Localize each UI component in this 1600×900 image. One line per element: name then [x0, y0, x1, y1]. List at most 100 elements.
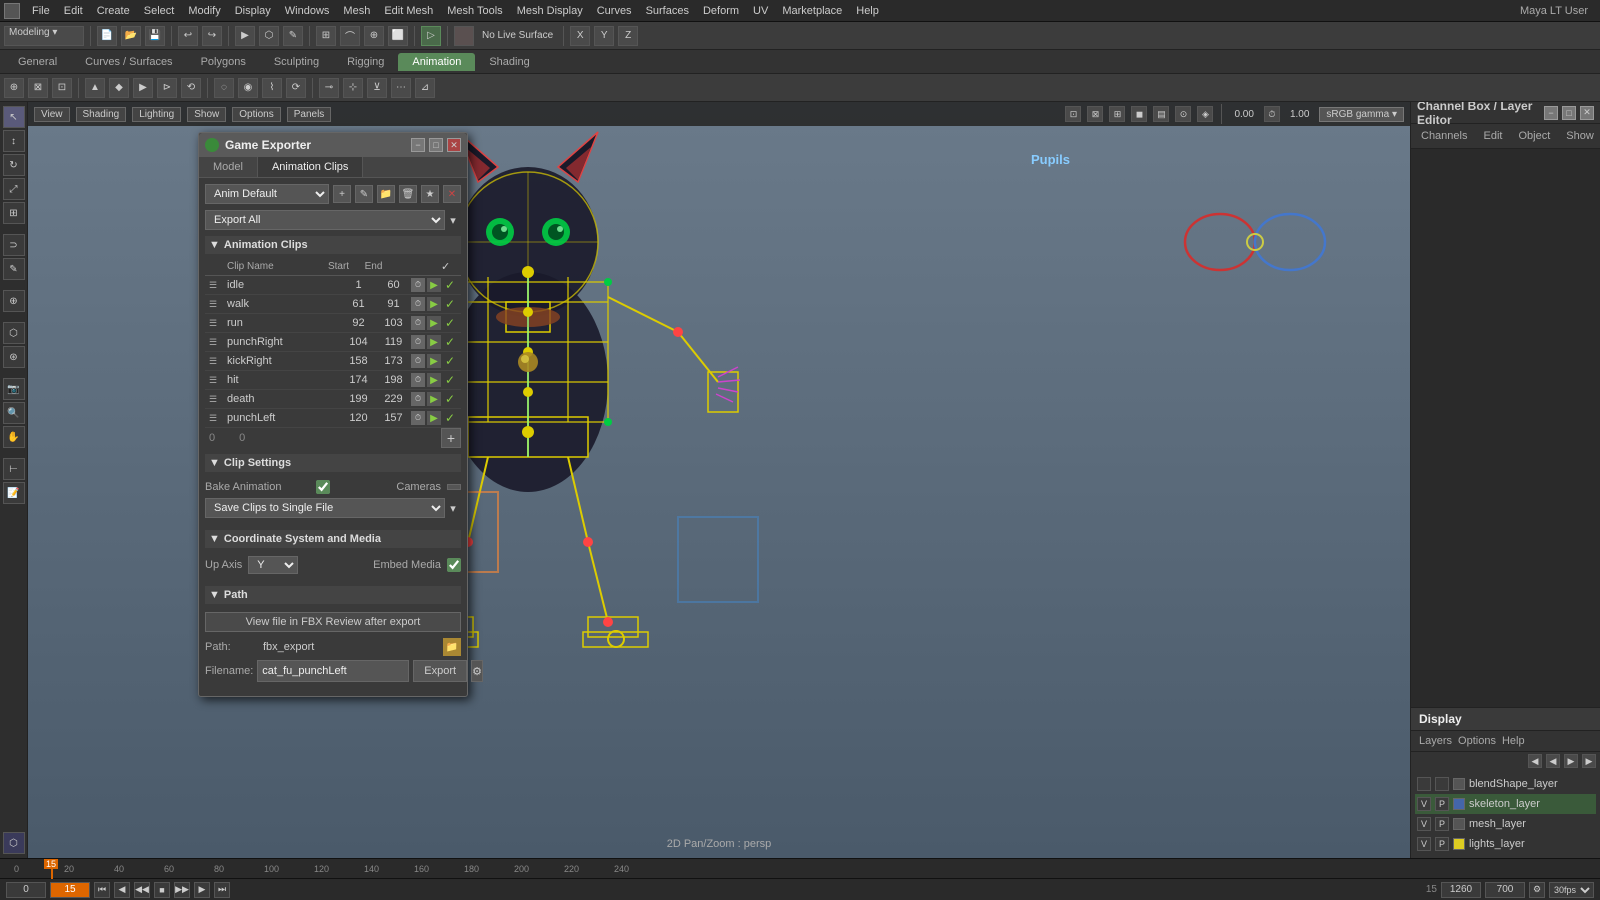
layer-scroll-up[interactable]: ◀: [1528, 754, 1542, 768]
menu-edit-mesh[interactable]: Edit Mesh: [378, 3, 439, 19]
menu-uv[interactable]: UV: [747, 3, 774, 19]
open-scene-btn[interactable]: 📂: [121, 26, 141, 46]
clip-play-walk[interactable]: ▶: [427, 297, 441, 311]
snap-surface-btn[interactable]: ⬜: [388, 26, 408, 46]
clip-row-walk[interactable]: ☰ walk 61 91 ⏱ ▶ ✓: [205, 295, 461, 314]
camera-tool[interactable]: 📷: [3, 378, 25, 400]
right-start-input[interactable]: [1441, 882, 1481, 898]
layer-p-blendshape[interactable]: [1435, 777, 1449, 791]
select-tool[interactable]: ↖: [3, 106, 25, 128]
clip-play-death[interactable]: ▶: [427, 392, 441, 406]
ge-reset-anim-btn[interactable]: ✕: [443, 185, 461, 203]
key-tool2[interactable]: ◆: [109, 78, 129, 98]
vp-icon5[interactable]: ▤: [1153, 106, 1169, 122]
minimize-btn[interactable]: −: [411, 138, 425, 152]
constraint4[interactable]: ⋯: [391, 78, 411, 98]
display-tab-layers[interactable]: Layers: [1419, 735, 1452, 747]
timeline-settings-btn[interactable]: ⚙: [1529, 882, 1545, 898]
ge-edit-anim-btn[interactable]: ✎: [355, 185, 373, 203]
layer-scroll-left[interactable]: ◀: [1546, 754, 1560, 768]
menu-curves[interactable]: Curves: [591, 3, 638, 19]
tab-sculpting[interactable]: Sculpting: [260, 53, 333, 71]
paint-select-l[interactable]: ⊛: [3, 346, 25, 368]
menu-mesh-display[interactable]: Mesh Display: [511, 3, 589, 19]
menu-windows[interactable]: Windows: [279, 3, 336, 19]
clip-anim-punchLeft[interactable]: ⏱: [411, 411, 425, 425]
ghost-tool1[interactable]: ◌: [214, 78, 234, 98]
right-end-input[interactable]: [1485, 882, 1525, 898]
vp-icon4[interactable]: ◼: [1131, 106, 1147, 122]
step-fwd-btn[interactable]: ▶: [194, 882, 210, 898]
rph-close[interactable]: ✕: [1580, 106, 1594, 120]
clip-row-death[interactable]: ☰ death 199 229 ⏱ ▶ ✓: [205, 390, 461, 409]
key-tool5[interactable]: ⟲: [181, 78, 201, 98]
zoom-tool[interactable]: 🔍: [3, 402, 25, 424]
scale-tool[interactable]: ⤢: [3, 178, 25, 200]
menu-mesh[interactable]: Mesh: [337, 3, 376, 19]
maximize-btn[interactable]: □: [429, 138, 443, 152]
layer-scroll-right[interactable]: ▶: [1564, 754, 1578, 768]
display-tab-options[interactable]: Options: [1458, 735, 1496, 747]
workspace-dropdown[interactable]: Modeling ▾: [4, 26, 84, 46]
step-back-btn[interactable]: ◀: [114, 882, 130, 898]
clip-anim-idle[interactable]: ⏱: [411, 278, 425, 292]
pan-tool[interactable]: ✋: [3, 426, 25, 448]
rph-maximize[interactable]: □: [1562, 106, 1576, 120]
render-btn[interactable]: ▷: [421, 26, 441, 46]
path-folder-btn[interactable]: 📁: [443, 638, 461, 656]
layer-p-skeleton[interactable]: P: [1435, 797, 1449, 811]
tab-polygons[interactable]: Polygons: [187, 53, 260, 71]
clip-play-punchRight[interactable]: ▶: [427, 335, 441, 349]
key-tool4[interactable]: ⊳: [157, 78, 177, 98]
clip-play-kickRight[interactable]: ▶: [427, 354, 441, 368]
ge-coord-header[interactable]: ▼ Coordinate System and Media: [205, 530, 461, 548]
up-axis-dropdown[interactable]: Y: [248, 556, 298, 574]
channel-tab-object[interactable]: Object: [1512, 128, 1556, 144]
new-scene-btn[interactable]: 📄: [97, 26, 117, 46]
clip-anim-walk[interactable]: ⏱: [411, 297, 425, 311]
menu-marketplace[interactable]: Marketplace: [776, 3, 848, 19]
clip-play-run[interactable]: ▶: [427, 316, 441, 330]
ge-clip-settings-header[interactable]: ▼ Clip Settings: [205, 454, 461, 472]
channel-tab-edit[interactable]: Edit: [1477, 128, 1508, 144]
view-fbx-btn[interactable]: View file in FBX Review after export: [205, 612, 461, 632]
save-clips-expand[interactable]: ▾: [445, 500, 461, 516]
menu-help[interactable]: Help: [850, 3, 885, 19]
undo-btn[interactable]: ↩: [178, 26, 198, 46]
layer-p-mesh[interactable]: P: [1435, 817, 1449, 831]
go-start-btn[interactable]: ⏮: [94, 882, 110, 898]
constraint1[interactable]: ⊸: [319, 78, 339, 98]
constraint3[interactable]: ⊻: [367, 78, 387, 98]
embed-media-check[interactable]: [447, 558, 461, 572]
clip-anim-run[interactable]: ⏱: [411, 316, 425, 330]
vp-icon7[interactable]: ◈: [1197, 106, 1213, 122]
paint-skin[interactable]: ✎: [3, 258, 25, 280]
vp-icon1[interactable]: ⊡: [1065, 106, 1081, 122]
vp-show-btn[interactable]: Show: [187, 107, 226, 122]
y-axis-btn[interactable]: Y: [594, 26, 614, 46]
save-clips-dropdown[interactable]: Save Clips to Single File: [205, 498, 445, 518]
current-frame-input[interactable]: [50, 882, 90, 898]
ghost-tool2[interactable]: ◉: [238, 78, 258, 98]
layer-v-lights[interactable]: V: [1417, 837, 1431, 851]
ge-add-clip-btn[interactable]: +: [441, 428, 461, 448]
vp-lighting-btn[interactable]: Lighting: [132, 107, 181, 122]
go-end-btn[interactable]: ⏭: [214, 882, 230, 898]
ge-export-expand[interactable]: ▾: [445, 212, 461, 228]
ge-path-header[interactable]: ▼ Path: [205, 586, 461, 604]
snap-grid-btn[interactable]: ⊞: [316, 26, 336, 46]
constraint2[interactable]: ⊹: [343, 78, 363, 98]
show-manip[interactable]: ⊕: [3, 290, 25, 312]
channel-tab-show[interactable]: Show: [1560, 128, 1600, 144]
clip-row-run[interactable]: ☰ run 92 103 ⏱ ▶ ✓: [205, 314, 461, 333]
ge-tab-animation-clips[interactable]: Animation Clips: [258, 157, 363, 177]
menu-modify[interactable]: Modify: [182, 3, 226, 19]
move-tool[interactable]: ↕: [3, 130, 25, 152]
channel-tab-channels[interactable]: Channels: [1415, 128, 1473, 144]
vp-shading-btn[interactable]: Shading: [76, 107, 127, 122]
layer-v-blendshape[interactable]: [1417, 777, 1431, 791]
menu-surfaces[interactable]: Surfaces: [640, 3, 695, 19]
ge-folder-anim-btn[interactable]: 📁: [377, 185, 395, 203]
clip-row-punchLeft[interactable]: ☰ punchLeft 120 157 ⏱ ▶ ✓: [205, 409, 461, 428]
clip-anim-hit[interactable]: ⏱: [411, 373, 425, 387]
